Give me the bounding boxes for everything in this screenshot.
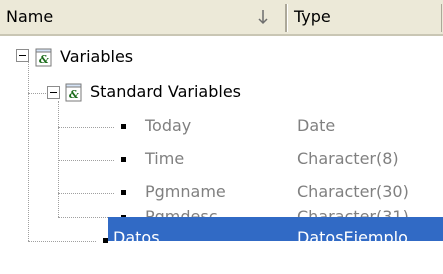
variable-bullet-icon [121,190,126,195]
tree-guide-line [28,241,96,242]
tree-node-variables[interactable]: Variables [60,47,133,66]
tree-guide-line [58,160,114,161]
tree-guide-line [58,127,114,128]
sort-arrow-icon[interactable] [256,8,270,26]
tree-guide-line [58,193,114,194]
variables-folder-icon: & [65,83,82,102]
variable-name[interactable]: Pgmname [145,182,226,201]
column-header-name[interactable]: Name [6,0,53,34]
tree-node-standard-variables[interactable]: Standard Variables [90,82,241,101]
tree-guide-line [58,217,114,218]
svg-text:&: & [69,88,79,101]
column-divider [441,4,442,32]
collapse-toggle-variables[interactable] [16,49,29,62]
variable-name-selected[interactable]: Datos [113,228,160,247]
column-header: Name Type [0,0,443,36]
collapse-toggle-standard-variables[interactable] [47,86,60,99]
tree-guide-line [58,101,59,217]
variable-type: Character(30) [297,182,409,201]
variable-type-selected: DatosEjemplo [297,228,408,247]
column-resize-handle[interactable] [285,4,288,32]
svg-text:&: & [39,53,49,66]
variable-type: Character(8) [297,149,399,168]
column-header-type[interactable]: Type [294,0,331,34]
variables-folder-icon: & [35,48,52,67]
variable-bullet-icon [121,124,126,129]
variable-type: Date [297,116,336,135]
variable-bullet-icon [121,157,126,162]
tree-guide-line [28,59,29,241]
variable-name[interactable]: Today [145,116,191,135]
tree-guide-line [28,93,48,94]
variable-name[interactable]: Time [145,149,184,168]
